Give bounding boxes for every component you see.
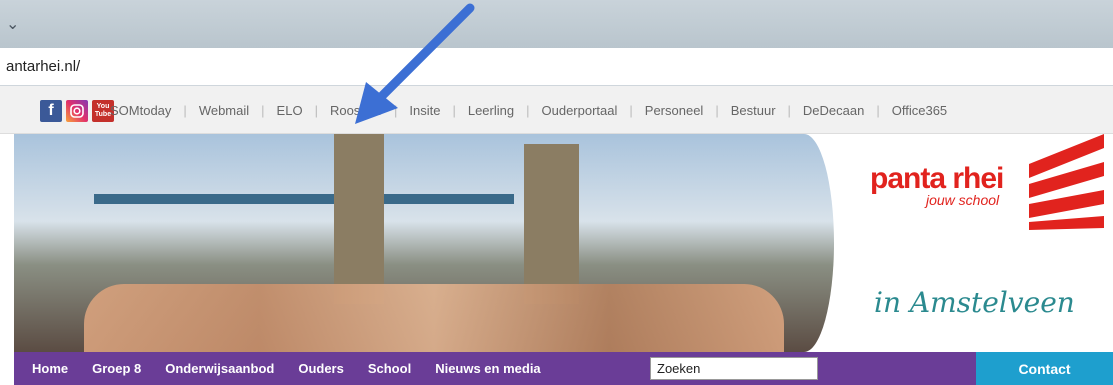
- link-separator: |: [787, 103, 791, 118]
- logo-tagline: jouw school: [926, 192, 1000, 208]
- youtube-glyph-top: You: [96, 103, 110, 110]
- top-links: SOMtoday | Webmail | ELO | Roosters | Insite | Lee…: [110, 103, 947, 118]
- school-logo[interactable]: panta rhei jouw school: [870, 162, 1004, 208]
- instagram-glyph: [70, 104, 84, 118]
- link-separator: |: [261, 103, 265, 118]
- bridge-tower-left: [334, 134, 384, 304]
- link-separator: |: [183, 103, 187, 118]
- contact-button[interactable]: Contact: [976, 352, 1113, 385]
- link-separator: |: [314, 103, 318, 118]
- logo-name: panta rhei: [870, 162, 1004, 195]
- logo-stripes-icon: [1029, 134, 1104, 230]
- browser-tab-bar: ⌄: [0, 0, 1113, 48]
- nav-item-ouders[interactable]: Ouders: [298, 361, 344, 376]
- nav-item-groep-8[interactable]: Groep 8: [92, 361, 141, 376]
- link-separator: |: [715, 103, 719, 118]
- nav-item-school[interactable]: School: [368, 361, 411, 376]
- top-link-dedecaan[interactable]: DeDecaan: [803, 103, 864, 118]
- bridge-walkway: [94, 194, 514, 204]
- location-slogan: in Amstelveen: [874, 286, 1075, 319]
- top-link-ouderportaal[interactable]: Ouderportaal: [542, 103, 618, 118]
- hero-photo: [14, 134, 834, 352]
- top-link-elo[interactable]: ELO: [277, 103, 303, 118]
- top-link-insite[interactable]: Insite: [409, 103, 440, 118]
- top-link-bestuur[interactable]: Bestuur: [731, 103, 776, 118]
- facebook-glyph: f: [48, 102, 54, 119]
- top-link-leerling[interactable]: Leerling: [468, 103, 514, 118]
- hero-banner: panta rhei jouw school in Amstelveen: [14, 134, 1113, 352]
- top-link-roosters[interactable]: Roosters: [330, 103, 382, 118]
- top-link-personeel[interactable]: Personeel: [645, 103, 704, 118]
- main-navigation: Home Groep 8 Onderwijsaanbod Ouders School Ni…: [14, 352, 1113, 385]
- bridge-tower-right: [524, 144, 579, 304]
- instagram-icon[interactable]: [66, 100, 88, 122]
- search-input[interactable]: Zoeken: [650, 357, 818, 380]
- nav-item-home[interactable]: Home: [32, 361, 68, 376]
- link-separator: |: [393, 103, 398, 118]
- link-separator: |: [876, 103, 880, 118]
- chevron-down-icon[interactable]: ⌄: [6, 14, 19, 34]
- facebook-icon[interactable]: f: [40, 100, 62, 122]
- social-icons: f You Tube: [40, 100, 114, 122]
- youtube-glyph-bottom: Tube: [94, 111, 112, 118]
- address-url[interactable]: antarhei.nl/: [6, 58, 80, 75]
- top-link-somtoday[interactable]: SOMtoday: [110, 103, 171, 118]
- top-link-webmail[interactable]: Webmail: [199, 103, 249, 118]
- nav-item-nieuws-en-media[interactable]: Nieuws en media: [435, 361, 540, 376]
- top-link-bar: f You Tube SOMtoday | Webmail | ELO | Roosters…: [0, 86, 1113, 134]
- group-photo-people: [84, 284, 784, 352]
- main-nav-items: Home Groep 8 Onderwijsaanbod Ouders School Ni…: [32, 361, 541, 376]
- nav-item-onderwijsaanbod[interactable]: Onderwijsaanbod: [165, 361, 274, 376]
- link-separator: |: [452, 103, 456, 118]
- link-separator: |: [629, 103, 633, 118]
- top-link-office365[interactable]: Office365: [892, 103, 947, 118]
- link-separator: |: [526, 103, 530, 118]
- address-bar[interactable]: antarhei.nl/: [0, 48, 1113, 86]
